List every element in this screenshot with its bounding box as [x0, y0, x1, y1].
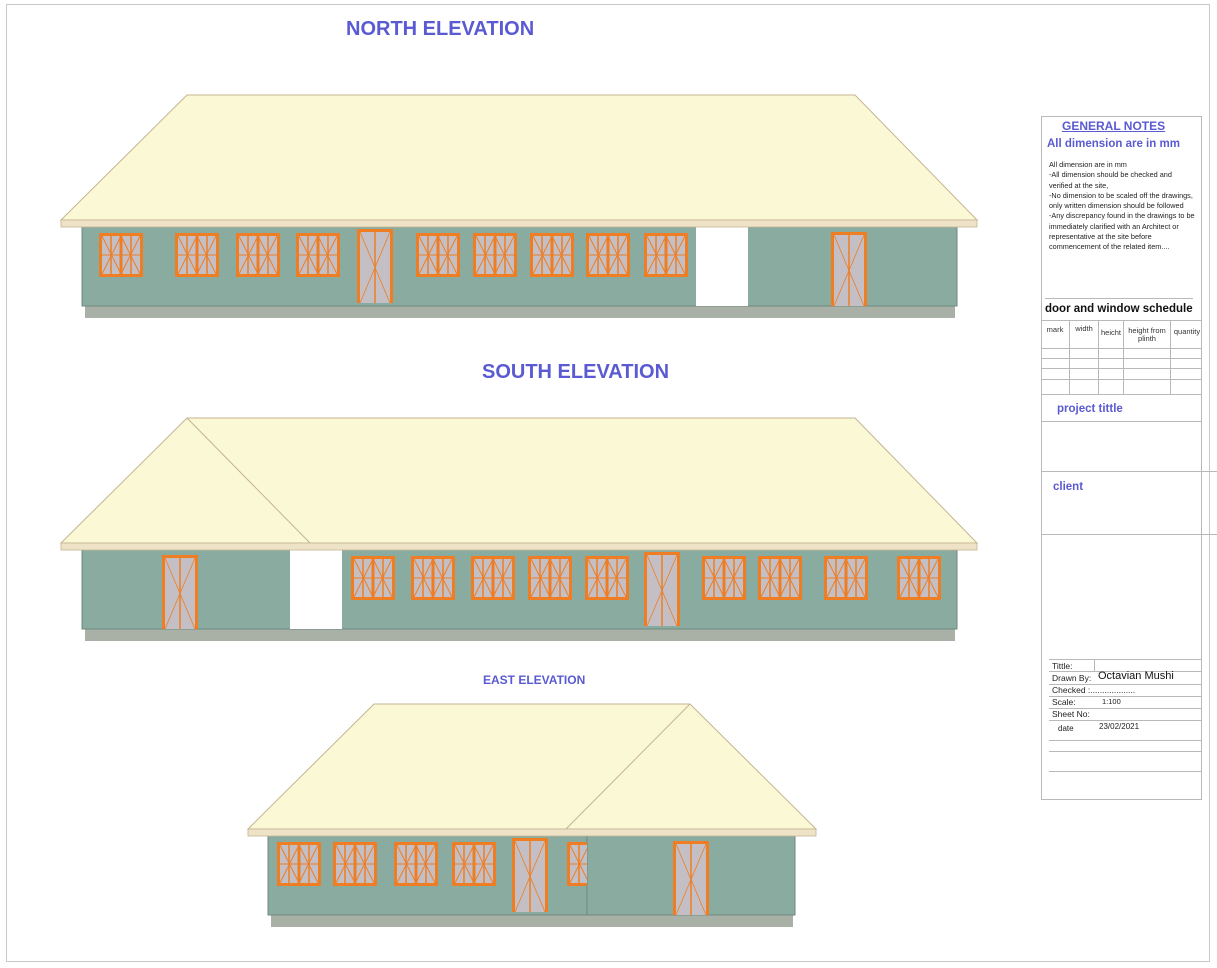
client-bottom-line	[1041, 534, 1217, 535]
south-elevation	[59, 417, 979, 641]
north-door-2	[830, 231, 868, 307]
south-window-4	[526, 554, 574, 602]
east-window-3	[392, 840, 440, 888]
schedule-col-height-from-plinth: height from plinth	[1128, 326, 1166, 343]
north-elevation	[59, 94, 979, 318]
south-window-7	[756, 554, 804, 602]
north-window-8	[584, 231, 632, 279]
south-plinth	[85, 628, 955, 641]
south-window-8	[822, 554, 870, 602]
note-line: -No dimension to be scaled off the drawi…	[1049, 190, 1193, 211]
north-window-4	[294, 231, 342, 279]
north-opening	[696, 226, 748, 306]
north-fascia	[60, 219, 978, 228]
scale-label: Scale:	[1052, 697, 1076, 707]
south-roof	[59, 417, 979, 544]
south-fascia	[60, 542, 978, 551]
north-window-9	[642, 231, 690, 279]
drawn-by-value: Octavian Mushi	[1098, 670, 1174, 682]
east-window-4	[450, 840, 498, 888]
general-notes-heading: GENERAL NOTES	[1062, 119, 1166, 133]
checked-label: Checked :...................	[1052, 685, 1136, 695]
schedule-col-quantity: quantity	[1173, 327, 1201, 336]
south-window-6	[700, 554, 748, 602]
south-window-2	[409, 554, 457, 602]
south-window-9	[895, 554, 943, 602]
east-fascia	[247, 828, 817, 837]
east-elevation	[246, 703, 818, 927]
notes-divider	[1045, 298, 1193, 299]
north-window-7	[528, 231, 576, 279]
client-label: client	[1053, 481, 1084, 493]
note-line: All dimension are in mm	[1049, 160, 1127, 169]
elevation-drawings	[59, 94, 979, 927]
east-roof	[246, 703, 818, 830]
schedule-title: door and window schedule	[1045, 303, 1193, 315]
north-door-1	[356, 228, 394, 304]
project-title-label: project tittle	[1057, 403, 1123, 415]
east-door-1	[511, 837, 549, 913]
south-window-5	[583, 554, 631, 602]
east-plinth	[271, 914, 793, 927]
date-label: date	[1058, 724, 1074, 733]
north-plinth	[85, 305, 955, 318]
project-bottom-line	[1041, 471, 1217, 472]
schedule-col-height: heicht	[1100, 328, 1121, 337]
date-value: 23/02/2021	[1099, 722, 1140, 731]
note-line: -All dimension should be checked and ver…	[1049, 170, 1172, 190]
schedule-col-width: width	[1075, 324, 1093, 333]
east-window-2	[331, 840, 379, 888]
north-window-2	[173, 231, 221, 279]
east-door-2	[672, 840, 710, 916]
east-window-1	[275, 840, 323, 888]
north-roof	[59, 94, 979, 221]
south-window-1	[349, 554, 397, 602]
north-window-6	[471, 231, 519, 279]
project-divider	[1041, 421, 1202, 422]
south-door-2	[643, 551, 681, 627]
schedule-col-mark: mark	[1046, 325, 1064, 334]
north-window-3	[234, 231, 282, 279]
north-window-5	[414, 231, 462, 279]
south-opening	[290, 549, 342, 629]
south-window-3	[469, 554, 517, 602]
general-notes-subheading: All dimension are in mm	[1047, 138, 1180, 150]
drawn-by-label: Drawn By:	[1052, 673, 1092, 683]
scale-value: 1:100	[1102, 697, 1121, 706]
south-door-1	[161, 554, 199, 630]
note-line: -Any discrepancy found in the drawings t…	[1049, 211, 1195, 252]
north-window-1	[97, 231, 145, 279]
title-label: Tittle:	[1052, 661, 1073, 671]
sheet-no-label: Sheet No:	[1052, 709, 1090, 719]
general-notes-body: All dimension are in mm -All dimension s…	[1049, 160, 1197, 253]
